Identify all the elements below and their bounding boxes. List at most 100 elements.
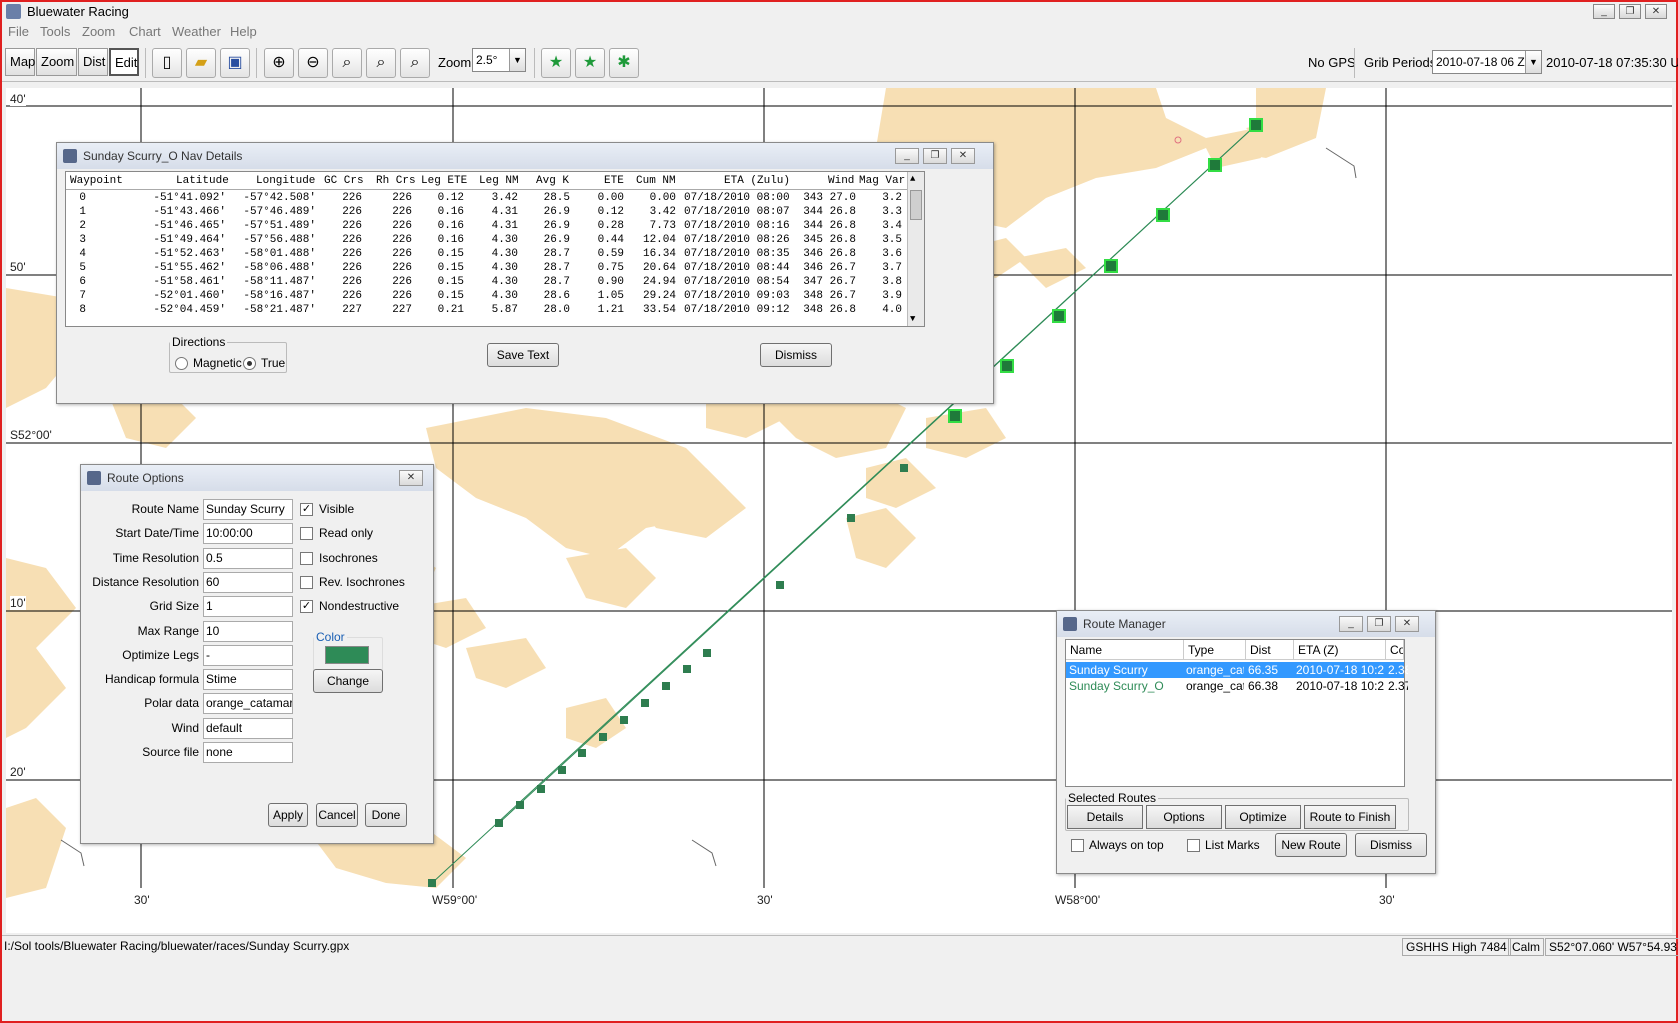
zoom-area-icon[interactable]: ⌕ bbox=[366, 48, 396, 78]
minimize-button[interactable]: _ bbox=[1593, 4, 1615, 19]
zoom-previous-icon[interactable]: ⌕ bbox=[400, 48, 430, 78]
route-option-input[interactable]: default bbox=[203, 717, 293, 739]
menu-zoom[interactable]: Zoom bbox=[82, 24, 115, 39]
close-icon[interactable]: ✕ bbox=[951, 148, 975, 164]
col-cum-nm[interactable]: Cum NM bbox=[636, 175, 676, 187]
option-checkbox[interactable]: ✓ bbox=[300, 503, 313, 516]
minimize-button[interactable]: _ bbox=[895, 148, 919, 164]
routes-table[interactable]: Name Type Dist ETA (Z) Corr ETE Sunday S… bbox=[1065, 639, 1408, 787]
new-file-icon[interactable]: ▯ bbox=[152, 48, 182, 78]
zoom-mode-button[interactable]: Zoom bbox=[36, 48, 77, 76]
zoom-in-icon[interactable]: ⊕ bbox=[264, 48, 294, 78]
close-icon[interactable]: ✕ bbox=[399, 470, 423, 486]
route-option-input[interactable]: - bbox=[203, 644, 293, 666]
minimize-button[interactable]: _ bbox=[1339, 616, 1363, 632]
option-checkbox[interactable] bbox=[300, 527, 313, 541]
table-row[interactable]: 1 -51°43.466' -57°46.489' 226 226 0.16 4.31 26.… bbox=[66, 206, 914, 220]
route-row[interactable]: Sunday Scurry orange_cat 66.35 2010-07-18 1… bbox=[1066, 662, 1408, 678]
col-eta[interactable]: ETA (Z) bbox=[1294, 640, 1386, 660]
restore-button[interactable]: ❐ bbox=[1619, 4, 1641, 19]
table-row[interactable]: 8 -52°04.459' -58°21.487' 227 227 0.21 5.87 28.… bbox=[66, 304, 914, 318]
add-route-icon[interactable]: ★ bbox=[575, 48, 605, 78]
zoom-fit-icon[interactable]: ⌕ bbox=[332, 48, 362, 78]
details-button[interactable]: Details bbox=[1067, 805, 1143, 829]
edit-mode-button[interactable]: Edit bbox=[109, 48, 139, 76]
chevron-down-icon[interactable]: ▼ bbox=[509, 49, 525, 71]
magnetic-radio[interactable] bbox=[175, 357, 188, 370]
menu-tools[interactable]: Tools bbox=[40, 24, 70, 39]
open-folder-icon[interactable]: ▰ bbox=[186, 48, 216, 78]
list-marks-checkbox[interactable] bbox=[1187, 839, 1200, 852]
apply-button[interactable]: Apply bbox=[268, 803, 308, 827]
true-radio[interactable] bbox=[243, 357, 256, 370]
grib-period-select[interactable]: 2010-07-18 06 Z ▼ bbox=[1432, 50, 1542, 74]
edit-route-icon[interactable]: ✱ bbox=[609, 48, 639, 78]
menu-chart[interactable]: Chart bbox=[129, 24, 161, 39]
table-row[interactable]: 3 -51°49.464' -57°56.488' 226 226 0.16 4.30 26.… bbox=[66, 234, 914, 248]
scroll-thumb[interactable] bbox=[910, 190, 922, 220]
route-row[interactable]: Sunday Scurry_O orange_cat 66.38 2010-07-18… bbox=[1066, 678, 1408, 694]
route-option-input[interactable]: Stime bbox=[203, 669, 293, 691]
nav-details-table[interactable]: Waypoint Latitude Longitude GC Crs Rh Cr… bbox=[65, 171, 925, 327]
map-mode-button[interactable]: Map bbox=[5, 48, 35, 76]
col-name[interactable]: Name bbox=[1066, 640, 1184, 660]
nav-details-titlebar[interactable]: Sunday Scurry_O Nav Details _ ❐ ✕ bbox=[57, 143, 993, 169]
col-corr-ete[interactable]: Corr ETE bbox=[1386, 640, 1404, 660]
route-manager-titlebar[interactable]: Route Manager _ ❐ ✕ bbox=[1057, 611, 1435, 637]
col-wind[interactable]: Wind bbox=[828, 175, 854, 187]
zoom-out-icon[interactable]: ⊖ bbox=[298, 48, 328, 78]
zoom-select[interactable]: 2.5° ▼ bbox=[472, 48, 526, 72]
route-options-titlebar[interactable]: Route Options ✕ bbox=[81, 465, 433, 491]
col-waypoint[interactable]: Waypoint bbox=[70, 175, 123, 187]
col-dist[interactable]: Dist bbox=[1246, 640, 1294, 660]
col-ete[interactable]: ETE bbox=[604, 175, 624, 187]
route-option-input[interactable]: none bbox=[203, 742, 293, 763]
option-checkbox[interactable] bbox=[300, 551, 313, 565]
cancel-button[interactable]: Cancel bbox=[316, 803, 358, 827]
col-type[interactable]: Type bbox=[1184, 640, 1246, 660]
route-option-input[interactable]: orange_catamar bbox=[203, 693, 293, 715]
optimize-button[interactable]: Optimize bbox=[1225, 805, 1301, 829]
route-option-input[interactable]: Sunday Scurry bbox=[203, 499, 293, 520]
dist-mode-button[interactable]: Dist bbox=[78, 48, 108, 76]
table-row[interactable]: 6 -51°58.461' -58°11.487' 226 226 0.15 4.30 28.… bbox=[66, 276, 914, 290]
route-manager-dismiss-button[interactable]: Dismiss bbox=[1355, 833, 1427, 857]
col-longitude[interactable]: Longitude bbox=[256, 175, 315, 187]
table-row[interactable]: 4 -51°52.463' -58°01.488' 226 226 0.15 4.30 28.… bbox=[66, 248, 914, 262]
col-mag-var[interactable]: Mag Var bbox=[859, 175, 905, 187]
table-row[interactable]: 0 -51°41.092' -57°42.508' 226 226 0.12 3.42 28.… bbox=[66, 192, 914, 206]
options-button[interactable]: Options bbox=[1146, 805, 1222, 829]
col-gc-crs[interactable]: GC Crs bbox=[324, 175, 364, 187]
menu-help[interactable]: Help bbox=[230, 24, 257, 39]
chevron-down-icon[interactable]: ▼ bbox=[1525, 51, 1541, 73]
close-button[interactable]: ✕ bbox=[1645, 4, 1667, 19]
dismiss-button[interactable]: Dismiss bbox=[760, 343, 832, 367]
done-button[interactable]: Done bbox=[365, 803, 407, 827]
route-to-finish-button[interactable]: Route to Finish bbox=[1304, 805, 1396, 829]
table-row[interactable]: 2 -51°46.465' -57°51.489' 226 226 0.16 4.31 26.… bbox=[66, 220, 914, 234]
col-latitude[interactable]: Latitude bbox=[176, 175, 229, 187]
save-icon[interactable]: ▣ bbox=[220, 48, 250, 78]
table-row[interactable]: 7 -52°01.460' -58°16.487' 226 226 0.15 4.30 28.… bbox=[66, 290, 914, 304]
menu-file[interactable]: File bbox=[8, 24, 29, 39]
scroll-down-icon[interactable]: ▼ bbox=[910, 314, 915, 324]
col-leg-ete[interactable]: Leg ETE bbox=[421, 175, 467, 187]
restore-button[interactable]: ❐ bbox=[923, 148, 947, 164]
change-color-button[interactable]: Change bbox=[313, 669, 383, 693]
restore-button[interactable]: ❐ bbox=[1367, 616, 1391, 632]
option-checkbox[interactable]: ✓ bbox=[300, 600, 313, 614]
col-leg-nm[interactable]: Leg NM bbox=[479, 175, 519, 187]
close-icon[interactable]: ✕ bbox=[1395, 616, 1419, 632]
col-avg-k[interactable]: Avg K bbox=[536, 175, 569, 187]
route-option-input[interactable]: 10:00:00 bbox=[203, 523, 293, 545]
menu-weather[interactable]: Weather bbox=[172, 24, 221, 39]
route-option-input[interactable]: 1 bbox=[203, 596, 293, 618]
add-mark-icon[interactable]: ★ bbox=[541, 48, 571, 78]
always-on-top-checkbox[interactable] bbox=[1071, 839, 1084, 852]
scroll-up-icon[interactable]: ▲ bbox=[910, 174, 915, 184]
col-eta[interactable]: ETA (Zulu) bbox=[724, 175, 790, 187]
vertical-scrollbar[interactable]: ▲ ▼ bbox=[907, 172, 924, 326]
route-option-input[interactable]: 0.5 bbox=[203, 547, 293, 569]
col-rh-crs[interactable]: Rh Crs bbox=[376, 175, 416, 187]
new-route-button[interactable]: New Route bbox=[1275, 833, 1347, 857]
